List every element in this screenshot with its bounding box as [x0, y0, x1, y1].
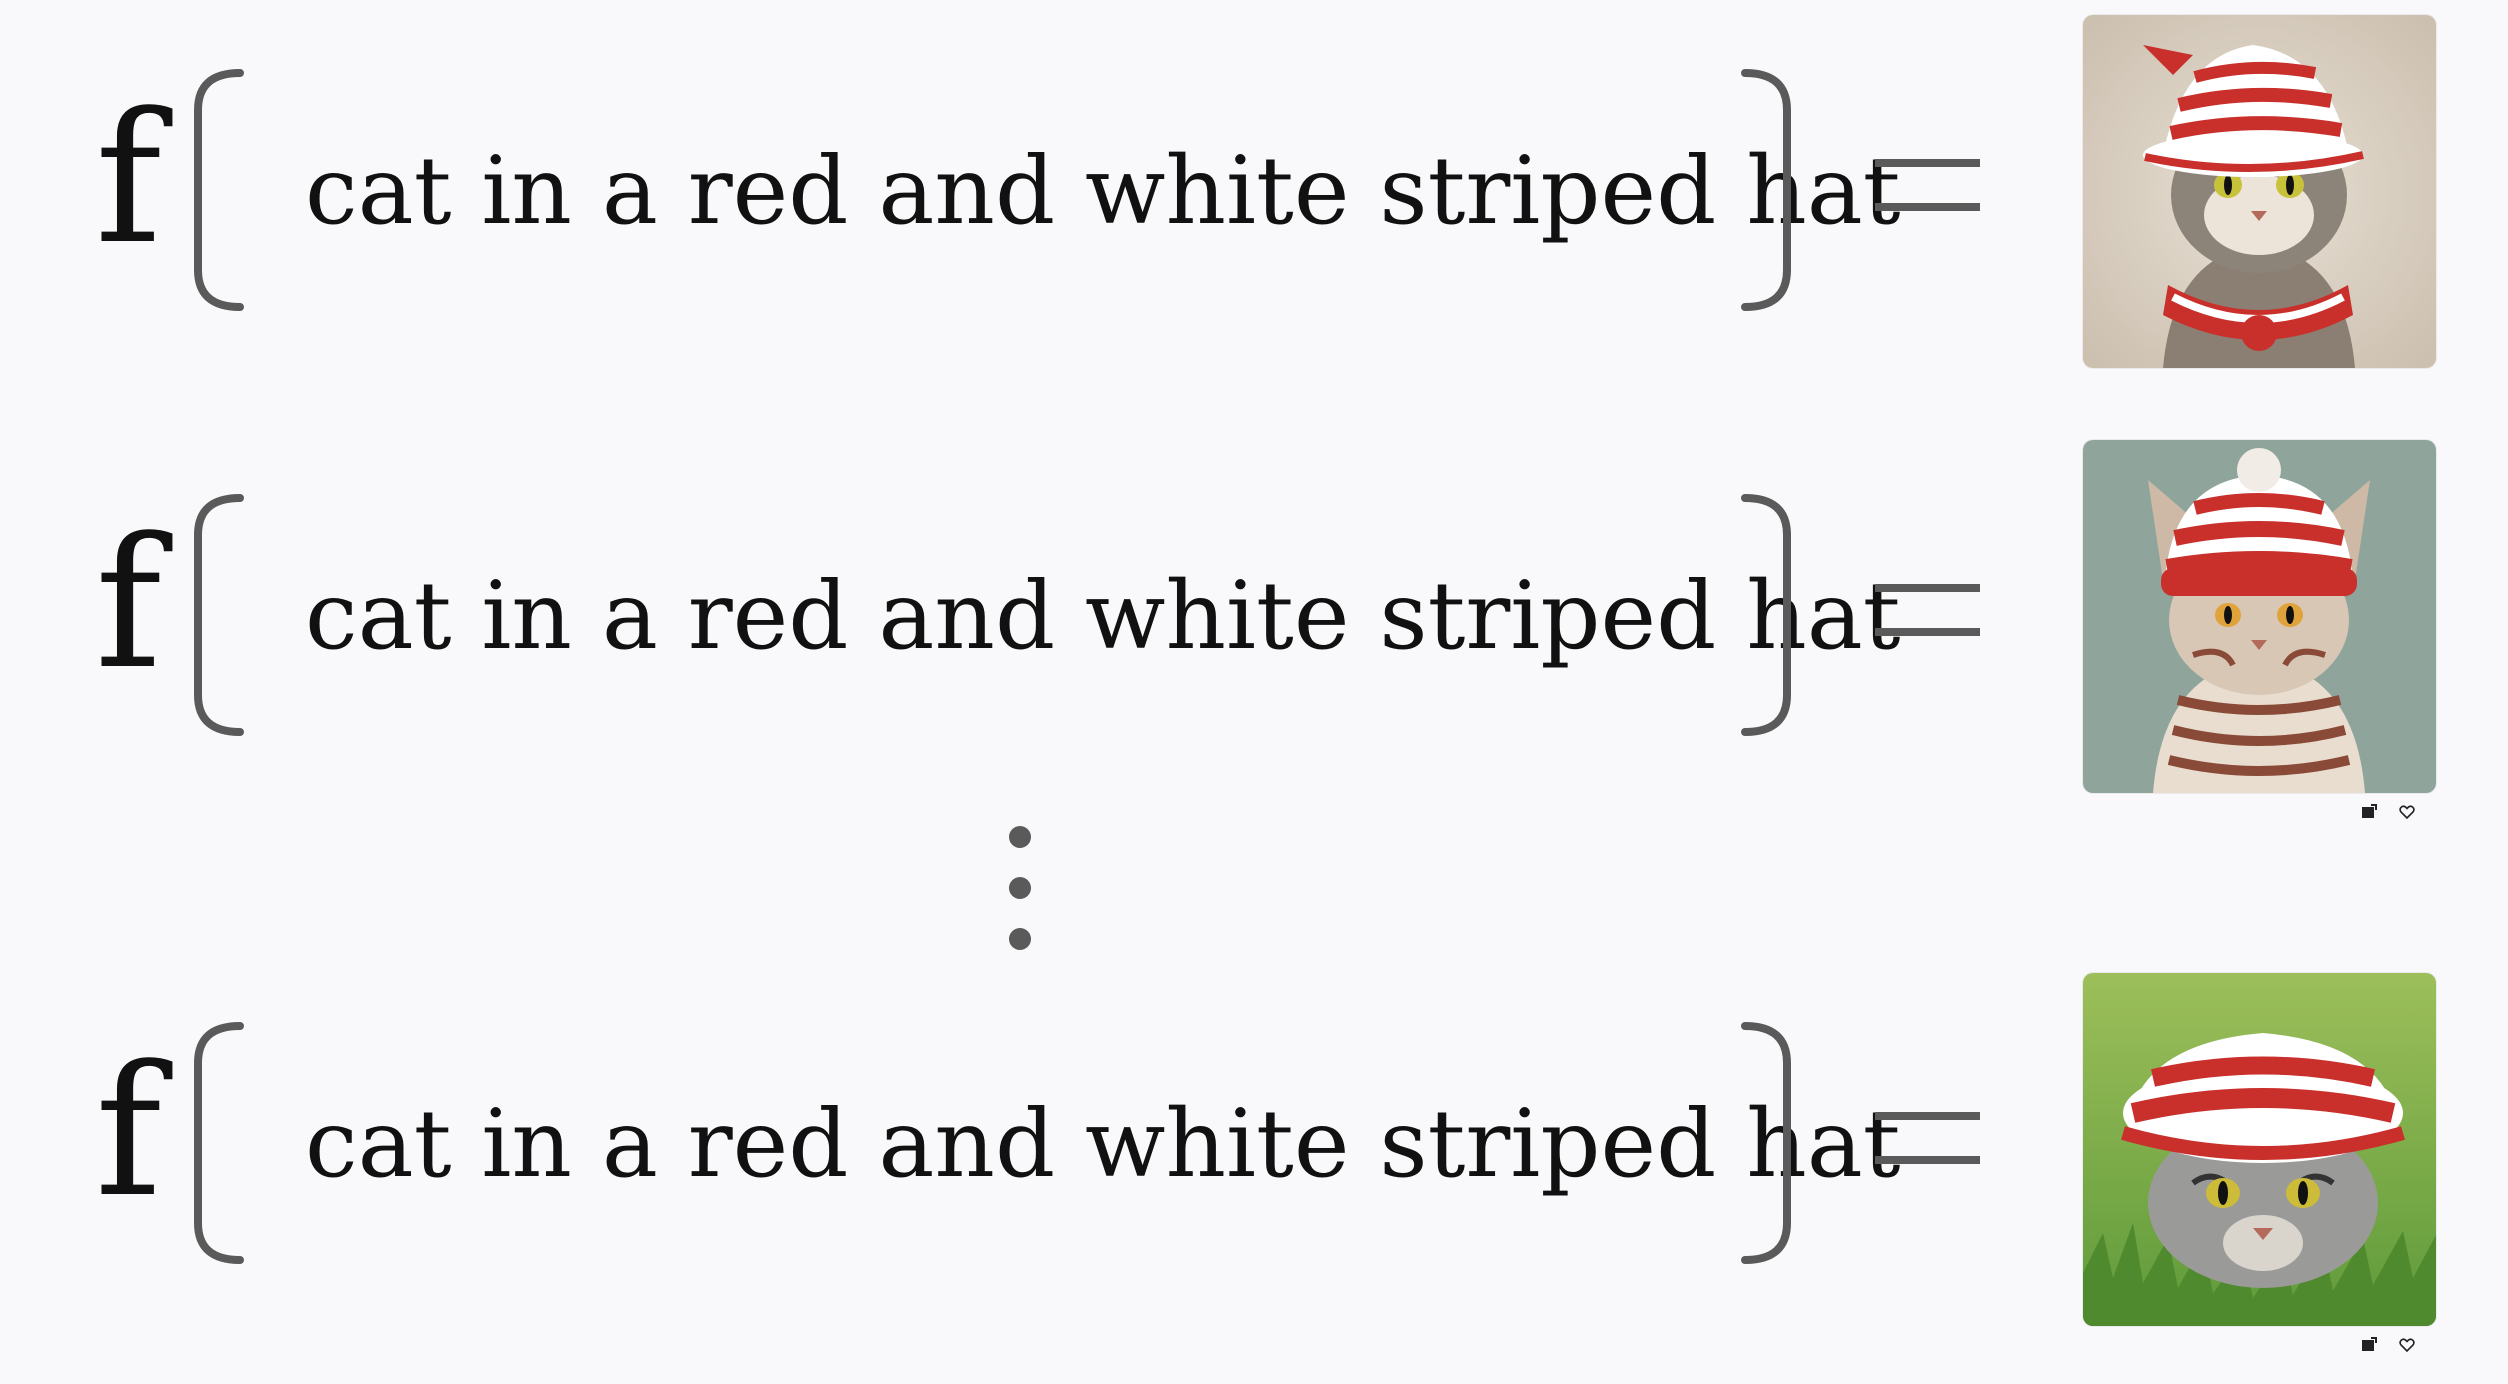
- generated-image-1[interactable]: [2083, 15, 2436, 368]
- image-actions: [2360, 1336, 2416, 1354]
- prompt-text: cat in a red and white striped hat: [305, 562, 1901, 671]
- equals-sign: [1875, 1112, 1980, 1164]
- left-bracket: [194, 494, 244, 736]
- left-bracket: [194, 1022, 244, 1264]
- function-symbol: f: [95, 1028, 162, 1237]
- equals-sign: [1875, 584, 1980, 636]
- function-symbol: f: [95, 75, 162, 284]
- generated-image-3[interactable]: [2083, 973, 2436, 1326]
- right-bracket: [1741, 494, 1791, 736]
- left-bracket: [194, 69, 244, 311]
- image-action-icon[interactable]: [2360, 803, 2378, 821]
- heart-icon[interactable]: [2398, 803, 2416, 821]
- image-action-icon[interactable]: [2360, 1336, 2378, 1354]
- heart-icon[interactable]: [2398, 1336, 2416, 1354]
- vertical-ellipsis: [1009, 826, 1031, 950]
- generated-image-2[interactable]: [2083, 440, 2436, 793]
- right-bracket: [1741, 1022, 1791, 1264]
- prompt-text: cat in a red and white striped hat: [305, 137, 1901, 246]
- right-bracket: [1741, 69, 1791, 311]
- image-actions: [2360, 803, 2416, 821]
- function-symbol: f: [95, 500, 162, 709]
- prompt-text: cat in a red and white striped hat: [305, 1090, 1901, 1199]
- equals-sign: [1875, 159, 1980, 211]
